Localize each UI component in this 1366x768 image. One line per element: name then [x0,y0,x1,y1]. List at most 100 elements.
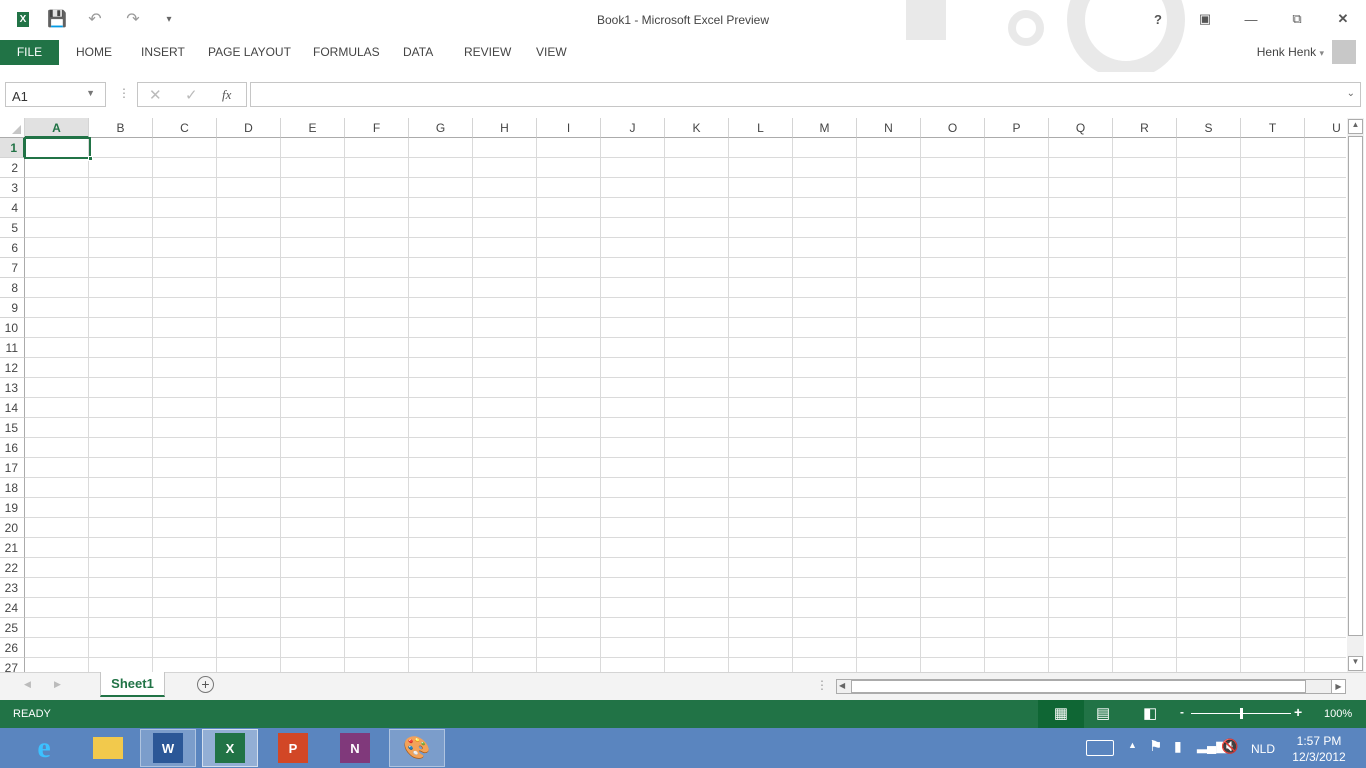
cell-C24[interactable] [153,598,217,618]
tab-data[interactable]: DATA [389,40,447,65]
cell-G14[interactable] [409,398,473,418]
cell-J9[interactable] [601,298,665,318]
cell-E16[interactable] [281,438,345,458]
cell-G27[interactable] [409,658,473,672]
cell-G21[interactable] [409,538,473,558]
cell-D1[interactable] [217,138,281,158]
normal-view-icon[interactable]: ▦ [1038,700,1084,728]
cell-P2[interactable] [985,158,1049,178]
row-header-8[interactable]: 8 [0,278,25,298]
cell-G7[interactable] [409,258,473,278]
cell-N7[interactable] [857,258,921,278]
cell-M16[interactable] [793,438,857,458]
new-sheet-button[interactable]: + [197,676,214,693]
cell-C14[interactable] [153,398,217,418]
cell-L16[interactable] [729,438,793,458]
cell-D15[interactable] [217,418,281,438]
cell-K23[interactable] [665,578,729,598]
cell-U5[interactable] [1305,218,1346,238]
vertical-scrollbar[interactable]: ▲ ▼ [1347,118,1364,672]
column-header-J[interactable]: J [601,118,665,138]
cell-N3[interactable] [857,178,921,198]
cell-C5[interactable] [153,218,217,238]
cell-S6[interactable] [1177,238,1241,258]
cell-D19[interactable] [217,498,281,518]
cell-C17[interactable] [153,458,217,478]
cell-G9[interactable] [409,298,473,318]
cell-R1[interactable] [1113,138,1177,158]
cell-B18[interactable] [89,478,153,498]
row-header-23[interactable]: 23 [0,578,25,598]
cell-O23[interactable] [921,578,985,598]
cell-U9[interactable] [1305,298,1346,318]
cell-D23[interactable] [217,578,281,598]
formula-input[interactable]: ⌄ [250,82,1361,107]
cell-C25[interactable] [153,618,217,638]
cell-P9[interactable] [985,298,1049,318]
clock[interactable]: 1:57 PM 12/3/2012 [1284,733,1354,765]
cell-A12[interactable] [25,358,89,378]
cell-S3[interactable] [1177,178,1241,198]
cell-F24[interactable] [345,598,409,618]
cell-D25[interactable] [217,618,281,638]
cell-R10[interactable] [1113,318,1177,338]
cell-O21[interactable] [921,538,985,558]
cell-H3[interactable] [473,178,537,198]
cell-B3[interactable] [89,178,153,198]
cell-F21[interactable] [345,538,409,558]
cell-D6[interactable] [217,238,281,258]
zoom-out-button[interactable]: - [1180,705,1184,719]
cell-M14[interactable] [793,398,857,418]
tab-file[interactable]: FILE [0,40,59,65]
row-header-16[interactable]: 16 [0,438,25,458]
cell-K12[interactable] [665,358,729,378]
cell-Q24[interactable] [1049,598,1113,618]
cell-J10[interactable] [601,318,665,338]
cell-I2[interactable] [537,158,601,178]
cell-J22[interactable] [601,558,665,578]
cell-A3[interactable] [25,178,89,198]
cell-B21[interactable] [89,538,153,558]
cell-J16[interactable] [601,438,665,458]
cell-S27[interactable] [1177,658,1241,672]
cell-L8[interactable] [729,278,793,298]
cell-I15[interactable] [537,418,601,438]
row-header-1[interactable]: 1 [0,138,25,158]
cell-F11[interactable] [345,338,409,358]
cell-J25[interactable] [601,618,665,638]
cell-R11[interactable] [1113,338,1177,358]
cell-N6[interactable] [857,238,921,258]
cell-A11[interactable] [25,338,89,358]
cell-T21[interactable] [1241,538,1305,558]
cell-M23[interactable] [793,578,857,598]
select-all-corner[interactable] [0,118,25,138]
cell-N24[interactable] [857,598,921,618]
cell-C4[interactable] [153,198,217,218]
cell-M8[interactable] [793,278,857,298]
cell-O26[interactable] [921,638,985,658]
scroll-down-icon[interactable]: ▼ [1348,656,1363,671]
cell-M24[interactable] [793,598,857,618]
cell-T4[interactable] [1241,198,1305,218]
cell-U25[interactable] [1305,618,1346,638]
scroll-thumb[interactable] [1348,136,1363,636]
cell-A10[interactable] [25,318,89,338]
cell-L1[interactable] [729,138,793,158]
cell-Q17[interactable] [1049,458,1113,478]
cell-C7[interactable] [153,258,217,278]
cell-B1[interactable] [89,138,153,158]
cell-Q9[interactable] [1049,298,1113,318]
cell-E14[interactable] [281,398,345,418]
cell-O12[interactable] [921,358,985,378]
cell-C16[interactable] [153,438,217,458]
cell-A9[interactable] [25,298,89,318]
cell-D9[interactable] [217,298,281,318]
cell-B14[interactable] [89,398,153,418]
cell-S14[interactable] [1177,398,1241,418]
cell-H6[interactable] [473,238,537,258]
cell-M6[interactable] [793,238,857,258]
internet-explorer-icon[interactable]: e [16,729,72,767]
cell-J5[interactable] [601,218,665,238]
tab-view[interactable]: VIEW [522,40,581,65]
cell-K2[interactable] [665,158,729,178]
